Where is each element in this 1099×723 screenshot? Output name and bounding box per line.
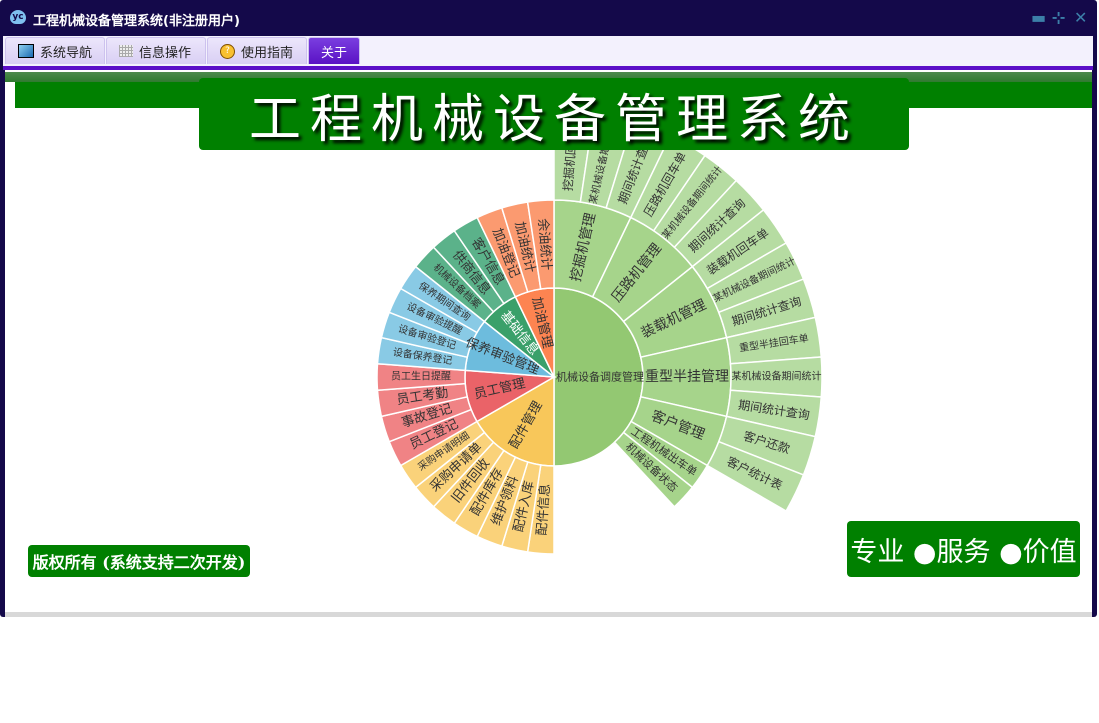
slogan-button[interactable]: 专业 ●服务 ●价值 bbox=[847, 521, 1080, 577]
sunburst-leaf-label: 某机械设备期间统计 bbox=[732, 370, 822, 383]
banner: 工程机械设备管理系统 bbox=[199, 78, 909, 150]
sunburst-node-label: 重型半挂管理 bbox=[645, 369, 729, 385]
banner-title: 工程机械设备管理系统 bbox=[248, 89, 859, 150]
copyright-button[interactable]: 版权所有 (系统支持二次开发) bbox=[28, 545, 250, 577]
sunburst-leaf-label: 员工生日提醒 bbox=[391, 370, 451, 383]
sunburst-root-label: 机械设备调度管理 bbox=[556, 370, 644, 384]
